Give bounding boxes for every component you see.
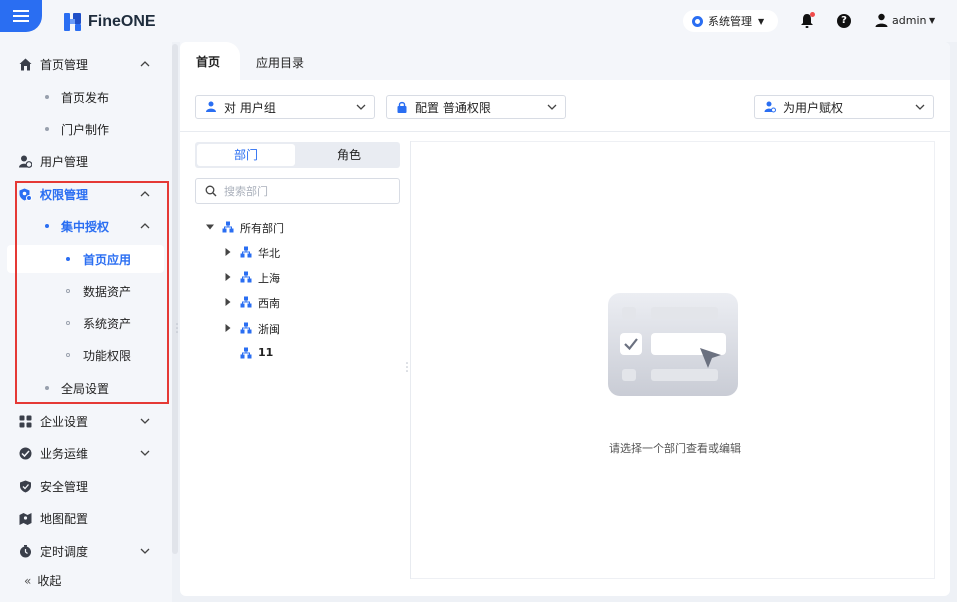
sidebar-item-label: 定时调度 bbox=[40, 544, 89, 559]
segment-department[interactable]: 部门 bbox=[197, 144, 295, 166]
chevron-down-icon bbox=[356, 104, 366, 110]
home-icon bbox=[19, 58, 32, 70]
tab-label: 首页 bbox=[196, 54, 221, 69]
sidebar-item-scheduler[interactable]: 定时调度 bbox=[0, 536, 164, 566]
chevron-up-icon bbox=[140, 61, 150, 67]
sidebar-item-label: 地图配置 bbox=[40, 511, 89, 526]
tree-node-label: 上海 bbox=[258, 272, 280, 285]
sidebar-item-label: 首页管理 bbox=[40, 57, 89, 72]
shield-icon bbox=[20, 480, 31, 492]
users-icon bbox=[19, 155, 32, 168]
menu-toggle-button[interactable] bbox=[0, 0, 42, 32]
grid-icon bbox=[19, 415, 32, 427]
tree-node-department[interactable]: 浙闽 bbox=[224, 318, 394, 338]
bullet-icon bbox=[45, 95, 49, 99]
user-auth-icon bbox=[764, 101, 776, 113]
department-icon bbox=[222, 221, 234, 233]
authorize-mode-select[interactable]: 为用户赋权 bbox=[754, 95, 934, 119]
authorize-mode-label: 为用户赋权 bbox=[783, 101, 844, 115]
system-menu-label: 系统管理 bbox=[708, 15, 752, 28]
operations-icon bbox=[19, 447, 32, 459]
lock-icon bbox=[397, 101, 407, 113]
search-icon bbox=[205, 185, 217, 197]
tab-app-directory[interactable]: 应用目录 bbox=[256, 54, 304, 71]
fineone-logo bbox=[64, 13, 81, 31]
tree-node-department[interactable]: 11 bbox=[224, 343, 394, 363]
collapse-label: 收起 bbox=[37, 574, 62, 588]
sidebar-item-user-management[interactable]: 用户管理 bbox=[0, 146, 164, 176]
tree-node-root[interactable]: 所有部门 bbox=[206, 217, 396, 237]
chevron-down-icon bbox=[140, 548, 150, 554]
user-group-icon bbox=[206, 101, 216, 112]
caret-right-icon[interactable] bbox=[224, 324, 232, 332]
caret-right-icon[interactable] bbox=[224, 298, 232, 306]
department-icon bbox=[240, 296, 252, 308]
sidebar-item-label: 用户管理 bbox=[40, 154, 89, 169]
chevron-down-icon bbox=[915, 104, 925, 110]
timer-icon bbox=[20, 544, 31, 557]
department-search[interactable] bbox=[195, 178, 400, 204]
caret-right-icon[interactable] bbox=[224, 248, 232, 256]
notification-badge bbox=[810, 12, 815, 17]
tree-node-department[interactable]: 上海 bbox=[224, 267, 394, 287]
resize-handle-icon[interactable] bbox=[406, 362, 408, 372]
empty-state-message: 请选择一个部门查看或编辑 bbox=[609, 442, 741, 455]
system-icon bbox=[692, 15, 703, 27]
map-icon bbox=[19, 512, 32, 525]
sidebar-item-home-management[interactable]: 首页管理 bbox=[0, 49, 164, 79]
sidebar-item-security[interactable]: 安全管理 bbox=[0, 471, 164, 501]
caret-down-icon[interactable] bbox=[206, 223, 214, 231]
search-input[interactable] bbox=[224, 182, 394, 200]
config-select[interactable]: 配置 普通权限 bbox=[386, 95, 566, 119]
department-icon bbox=[240, 246, 252, 258]
target-select[interactable]: 对 用户组 bbox=[195, 95, 375, 119]
user-name[interactable]: admin bbox=[892, 14, 926, 27]
toolbar-divider bbox=[180, 131, 950, 132]
tree-node-label: 华北 bbox=[258, 247, 280, 260]
brand-name: FineONE bbox=[88, 13, 156, 30]
user-icon bbox=[875, 13, 888, 27]
sidebar-item-enterprise-settings[interactable]: 企业设置 bbox=[0, 406, 164, 436]
sidebar-item-label: 首页发布 bbox=[61, 90, 110, 105]
caret-right-icon[interactable] bbox=[224, 273, 232, 281]
double-chevron-left-icon: « bbox=[24, 574, 32, 588]
tree-node-label: 浙闽 bbox=[258, 323, 280, 336]
hamburger-icon bbox=[13, 15, 29, 17]
highlight-box bbox=[15, 181, 169, 404]
chevron-down-icon bbox=[547, 104, 557, 110]
sidebar-item-label: 企业设置 bbox=[40, 414, 89, 429]
department-icon bbox=[240, 347, 252, 359]
tree-node-department[interactable]: 华北 bbox=[224, 242, 394, 262]
sidebar-resize-handle-icon[interactable] bbox=[176, 323, 178, 333]
tree-node-label: 西南 bbox=[258, 297, 280, 310]
chevron-down-icon bbox=[140, 418, 150, 424]
sidebar-item-home-publish[interactable]: 首页发布 bbox=[0, 82, 164, 112]
tree-node-label: 11 bbox=[258, 346, 274, 359]
tab-home[interactable]: 首页 bbox=[180, 42, 240, 80]
config-select-label: 配置 普通权限 bbox=[415, 101, 491, 115]
department-icon bbox=[240, 271, 252, 283]
sidebar-item-label: 安全管理 bbox=[40, 479, 89, 494]
help-icon[interactable]: ? bbox=[837, 14, 851, 28]
chevron-down-icon bbox=[140, 450, 150, 456]
empty-state-illustration bbox=[608, 293, 738, 396]
sidebar-item-map-config[interactable]: 地图配置 bbox=[0, 503, 164, 533]
segment-role[interactable]: 角色 bbox=[300, 144, 398, 166]
caret-down-icon[interactable]: ▼ bbox=[929, 16, 935, 25]
tree-node-department[interactable]: 西南 bbox=[224, 292, 394, 312]
department-icon bbox=[240, 322, 252, 334]
bullet-icon bbox=[45, 127, 49, 131]
sidebar-item-operations[interactable]: 业务运维 bbox=[0, 438, 164, 468]
target-select-label: 对 用户组 bbox=[224, 101, 276, 115]
sidebar-item-label: 业务运维 bbox=[40, 446, 89, 461]
sidebar-item-label: 门户制作 bbox=[61, 122, 110, 137]
caret-down-icon: ▼ bbox=[758, 16, 765, 26]
system-menu-button[interactable]: 系统管理 ▼ bbox=[683, 10, 778, 32]
sidebar-item-portal-builder[interactable]: 门户制作 bbox=[0, 114, 164, 144]
sidebar-collapse-button[interactable]: « 收起 bbox=[24, 572, 61, 589]
tree-node-label: 所有部门 bbox=[240, 222, 284, 235]
sidebar-scrollbar[interactable] bbox=[172, 44, 178, 554]
